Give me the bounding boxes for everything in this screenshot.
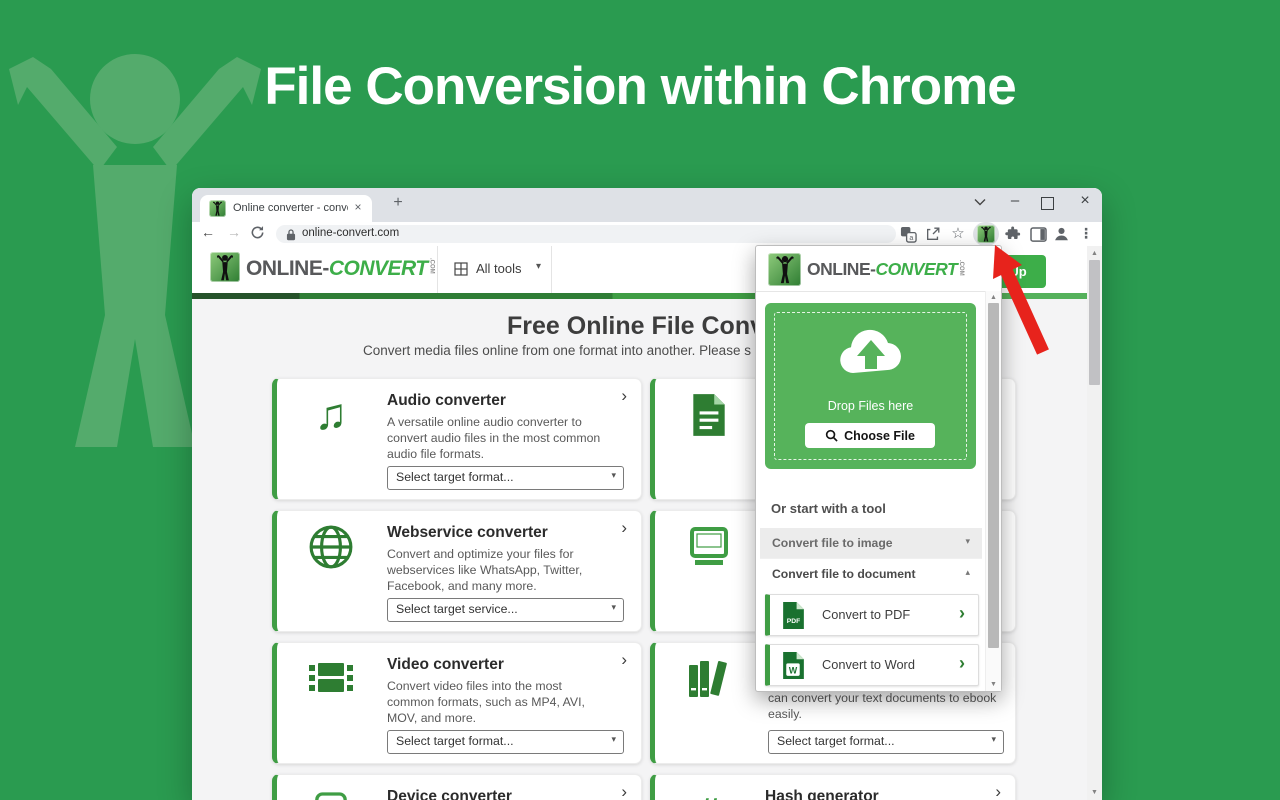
share-icon[interactable] (925, 226, 941, 247)
globe-icon (303, 521, 359, 573)
chevron-right-icon[interactable]: › (995, 782, 1001, 800)
card-audio-converter[interactable]: ♫ Audio converter › A versatile online a… (272, 378, 642, 500)
card-description-line: easily. (768, 707, 802, 721)
site-logo-icon[interactable] (210, 252, 240, 282)
page-scrollbar-thumb[interactable] (1089, 260, 1100, 385)
drop-files-label: Drop Files here (765, 399, 976, 413)
minimize-button[interactable]: – (998, 192, 1032, 209)
page-subtitle: Convert media files online from one form… (363, 343, 751, 358)
webservice-target-select[interactable]: Select target service...▾ (387, 598, 624, 622)
device-icon (303, 785, 359, 800)
tab-close-icon[interactable]: × (350, 200, 366, 214)
svg-text:a: a (909, 234, 913, 242)
accordion-convert-to-image[interactable]: Convert file to image ▾ (760, 528, 982, 558)
chevron-right-icon[interactable]: › (621, 518, 627, 538)
select-caret-icon: ▾ (611, 734, 616, 745)
card-webservice-converter[interactable]: Webservice converter › Convert and optim… (272, 510, 642, 632)
document-icon (681, 389, 737, 441)
upload-cloud-icon (835, 327, 907, 382)
forward-icon[interactable]: → (224, 224, 244, 240)
hash-icon: # (681, 785, 737, 800)
computer-icon (681, 521, 737, 573)
scroll-down-icon[interactable]: ▼ (1087, 789, 1102, 796)
browser-tab[interactable]: Online converter - convert video, × (200, 195, 372, 222)
scroll-up-icon[interactable]: ▲ (1087, 250, 1102, 257)
music-note-icon: ♫ (303, 389, 359, 441)
logo-word-convert: CONVERT (329, 257, 428, 281)
chevron-right-icon[interactable]: › (621, 782, 627, 800)
chevron-right-icon: › (959, 603, 965, 624)
card-title: Device converter (387, 788, 512, 800)
convert-to-word-button[interactable]: W Convert to Word › (765, 644, 979, 686)
tools-heading: Or start with a tool (771, 501, 886, 516)
card-title: Hash generator (765, 788, 879, 800)
word-file-icon: W (782, 651, 805, 685)
chevron-right-icon: › (959, 653, 965, 674)
select-caret-icon: ▾ (611, 470, 616, 481)
popup-logo: ONLINE-CONVERT .COM (807, 259, 964, 280)
window-chevron-icon[interactable] (963, 193, 997, 211)
card-device-converter[interactable]: Device converter › (272, 774, 642, 800)
lock-icon (286, 228, 296, 246)
grid-icon (454, 262, 468, 281)
svg-text:PDF: PDF (787, 618, 800, 625)
search-icon (825, 429, 838, 442)
red-annotation-arrow (975, 240, 1060, 360)
card-title: Video converter (387, 656, 504, 674)
books-icon (681, 653, 737, 705)
scroll-down-icon[interactable]: ▼ (986, 681, 1001, 688)
caret-down-icon: ▾ (965, 536, 970, 547)
card-description: Convert and optimize your files for webs… (387, 546, 605, 595)
card-video-converter[interactable]: Video converter › Convert video files in… (272, 642, 642, 764)
ebook-target-format-select[interactable]: Select target format...▾ (768, 730, 1004, 754)
bookmark-star-icon[interactable]: ☆ (950, 224, 966, 242)
svg-text:W: W (789, 665, 798, 675)
chevron-right-icon[interactable]: › (621, 386, 627, 406)
film-strip-icon (303, 653, 359, 705)
select-caret-icon: ▾ (611, 602, 616, 613)
close-window-button[interactable]: × (1068, 192, 1102, 210)
url-text: online-convert.com (302, 227, 399, 239)
pdf-file-icon: PDF (782, 601, 805, 635)
video-target-format-select[interactable]: Select target format...▾ (387, 730, 624, 754)
choose-file-button[interactable]: Choose File (805, 423, 935, 448)
popup-logo-icon (768, 253, 801, 286)
tab-strip: Online converter - convert video, × + – … (192, 188, 1102, 222)
tab-title: Online converter - convert video, (233, 202, 348, 214)
url-bar[interactable]: online-convert.com (276, 225, 896, 243)
maximize-button[interactable] (1041, 197, 1054, 210)
poster-background: File Conversion within Chrome Online con… (0, 0, 1280, 800)
convert-to-pdf-button[interactable]: PDF Convert to PDF › (765, 594, 979, 636)
popup-divider (756, 291, 1001, 292)
card-description: Convert video files into the most common… (387, 678, 605, 727)
back-icon[interactable]: ← (198, 224, 218, 240)
page-title: Free Online File Convert (507, 312, 796, 341)
card-title: Webservice converter (387, 524, 548, 542)
card-hash-generator[interactable]: # Hash generator › (650, 774, 1016, 800)
all-tools-caret-icon: ▾ (536, 261, 541, 272)
site-logo[interactable]: ONLINE-CONVERT .COM (246, 257, 435, 281)
header-divider-2 (551, 246, 552, 293)
drop-files-zone[interactable]: Drop Files here Choose File (765, 303, 976, 469)
chevron-right-icon[interactable]: › (621, 650, 627, 670)
accordion-convert-to-document[interactable]: Convert file to document ▴ (760, 558, 982, 589)
audio-target-format-select[interactable]: Select target format...▾ (387, 466, 624, 490)
new-tab-button[interactable]: + (388, 194, 408, 212)
poster-title: File Conversion within Chrome (0, 56, 1280, 117)
card-title: Audio converter (387, 392, 506, 410)
extension-popup: ONLINE-CONVERT .COM Drop Files here Choo… (755, 245, 1002, 692)
logo-tld: .COM (429, 258, 435, 280)
all-tools-menu[interactable]: All tools (476, 261, 522, 276)
logo-word-online: ONLINE (246, 257, 322, 281)
header-divider (437, 246, 438, 293)
select-caret-icon: ▾ (991, 734, 996, 745)
page-scrollbar[interactable]: ▲ ▼ (1087, 246, 1102, 800)
reload-icon[interactable] (250, 225, 265, 245)
card-description: A versatile online audio converter to co… (387, 414, 605, 463)
browser-menu-icon[interactable]: ⋮ (1078, 225, 1094, 242)
caret-up-icon: ▴ (965, 567, 970, 578)
tab-favicon (209, 200, 226, 217)
card-description-line: can convert your text documents to ebook (768, 691, 996, 705)
